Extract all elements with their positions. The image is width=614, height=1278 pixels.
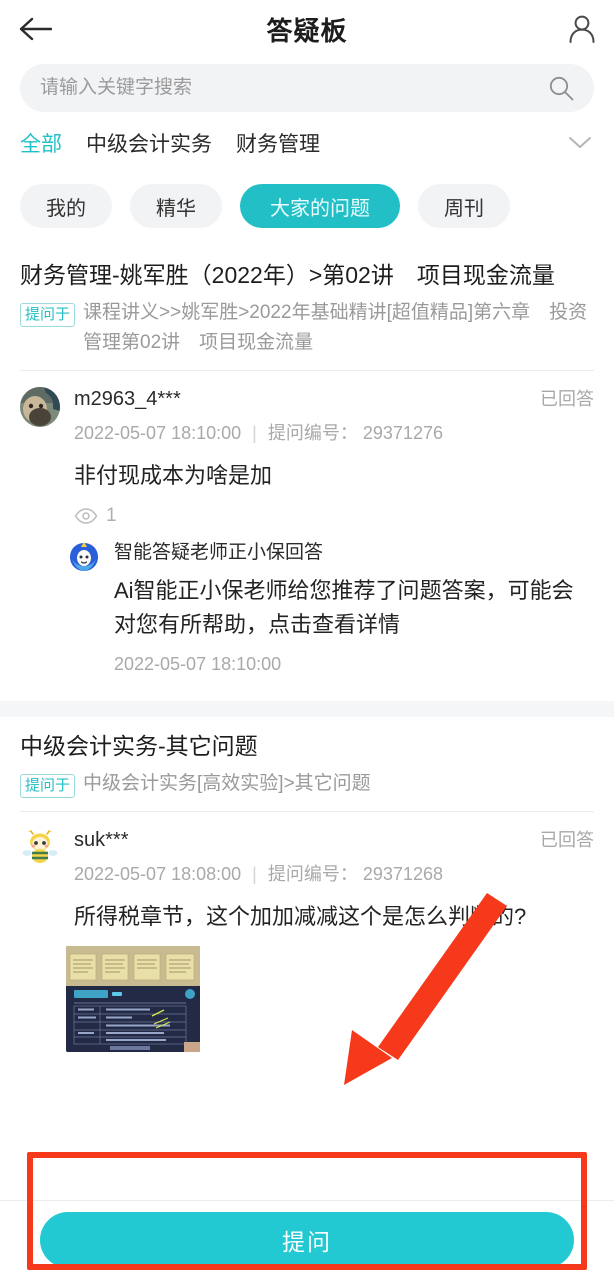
question-text[interactable]: 所得税章节，这个加加减减这个是怎么判断的? (74, 900, 594, 934)
chevron-down-icon (569, 137, 591, 148)
ai-answer-time: 2022-05-07 18:10:00 (114, 654, 282, 674)
ai-bot-avatar (66, 539, 102, 575)
view-count-value: 1 (106, 505, 117, 526)
question-body: m2963_4*** 已回答 2022-05-07 18:10:00 | 提问编… (74, 385, 594, 527)
person-icon (569, 15, 595, 43)
username: suk*** (74, 829, 129, 851)
ai-answer-text[interactable]: Ai智能正小保老师给您推荐了问题答案，可能会对您有所帮助，点击查看详情 (114, 574, 594, 642)
question-body: suk*** 已回答 2022-05-07 18:08:00 | 提问编号： 2… (74, 826, 594, 934)
search-box[interactable] (20, 64, 594, 112)
meta-separator: | (252, 864, 257, 884)
section-gap (0, 701, 614, 717)
attachment-image (66, 946, 200, 1052)
post-section-1: 财务管理-姚军胜（2022年）>第02讲 项目现金流量 提问于 课程讲义>>姚军… (0, 246, 614, 701)
question-item[interactable]: m2963_4*** 已回答 2022-05-07 18:10:00 | 提问编… (20, 371, 594, 527)
post-title[interactable]: 财务管理-姚军胜（2022年）>第02讲 项目现金流量 (20, 246, 594, 298)
question-meta: 2022-05-07 18:10:00 | 提问编号： 29371276 (74, 419, 594, 445)
breadcrumb-text[interactable]: 课程讲义>>姚军胜>2022年基础精讲[超值精品]第六章 投资管理第02讲 项目… (83, 298, 594, 358)
question-id-value: 29371276 (362, 423, 443, 443)
user-photo-avatar (20, 387, 60, 427)
filter-chip-everyones-questions[interactable]: 大家的问题 (240, 184, 400, 228)
breadcrumb-text[interactable]: 中级会计实务[高效实验]>其它问题 (83, 769, 371, 799)
category-expand-button[interactable] (566, 129, 594, 157)
navbar: 答疑板 (0, 0, 614, 58)
view-count: 1 (74, 505, 594, 527)
question-text[interactable]: 非付现成本为啥是加 (74, 459, 594, 493)
question-time: 2022-05-07 18:08:00 (74, 864, 242, 884)
question-id-label: 提问编号： (267, 423, 358, 443)
question-item[interactable]: suk*** 已回答 2022-05-07 18:08:00 | 提问编号： 2… (20, 812, 594, 934)
asked-at-tag: 提问于 (20, 303, 76, 327)
question-id-value: 29371268 (362, 864, 443, 884)
category-tab-all[interactable]: 全部 (20, 128, 62, 158)
avatar (20, 387, 60, 427)
category-tab-intermediate-accounting[interactable]: 中级会计实务 (86, 128, 212, 158)
question-time: 2022-05-07 18:10:00 (74, 423, 242, 443)
filter-chip-mine[interactable]: 我的 (20, 184, 112, 228)
attachment-thumbnail[interactable] (66, 946, 200, 1052)
search-section (0, 58, 614, 112)
search-icon[interactable] (548, 75, 574, 101)
back-button[interactable] (18, 7, 62, 51)
username: m2963_4*** (74, 388, 181, 410)
attachment-row (20, 934, 594, 1062)
arrow-left-icon (19, 17, 52, 41)
app-root: 答疑板 全部 中级会计实务 财务管理 (0, 0, 614, 1278)
breadcrumb: 提问于 课程讲义>>姚军胜>2022年基础精讲[超值精品]第六章 投资管理第02… (20, 298, 594, 370)
search-input[interactable] (40, 77, 548, 99)
breadcrumb: 提问于 中级会计实务[高效实验]>其它问题 (20, 769, 594, 811)
category-tab-financial-management[interactable]: 财务管理 (236, 128, 320, 158)
question-meta: 2022-05-07 18:08:00 | 提问编号： 29371268 (74, 860, 594, 886)
status-badge: 已回答 (540, 830, 594, 850)
filter-chip-weekly[interactable]: 周刊 (418, 184, 510, 228)
avatar (20, 828, 60, 868)
meta-separator: | (252, 423, 257, 443)
page-title: 答疑板 (266, 15, 348, 46)
filter-chip-essence[interactable]: 精华 (130, 184, 222, 228)
bottom-action-bar: 提问 (0, 1200, 614, 1278)
post-title[interactable]: 中级会计实务-其它问题 (20, 717, 594, 769)
asked-at-tag: 提问于 (20, 774, 76, 798)
search-glyph (549, 76, 574, 101)
post-section-2: 中级会计实务-其它问题 提问于 中级会计实务[高效实验]>其它问题 suk***… (0, 717, 614, 1062)
ai-answer-block[interactable]: 智能答疑老师正小保回答 Ai智能正小保老师给您推荐了问题答案，可能会对您有所帮助… (20, 527, 594, 675)
eye-icon (74, 508, 98, 524)
category-tabs: 全部 中级会计实务 财务管理 (0, 112, 614, 172)
question-id-label: 提问编号： (267, 864, 358, 884)
bee-mascot-avatar (20, 828, 60, 868)
ask-question-button[interactable]: 提问 (40, 1211, 574, 1268)
question-header: m2963_4*** 已回答 (74, 385, 594, 411)
ai-bot-avatar-icon (66, 539, 102, 575)
filter-chip-row: 我的 精华 大家的问题 周刊 (0, 172, 614, 246)
status-badge: 已回答 (540, 389, 594, 409)
question-header: suk*** 已回答 (74, 826, 594, 852)
profile-button[interactable] (556, 7, 596, 51)
ai-answer-body: 智能答疑老师正小保回答 Ai智能正小保老师给您推荐了问题答案，可能会对您有所帮助… (114, 537, 594, 675)
ai-answer-name: 智能答疑老师正小保回答 (114, 542, 324, 563)
